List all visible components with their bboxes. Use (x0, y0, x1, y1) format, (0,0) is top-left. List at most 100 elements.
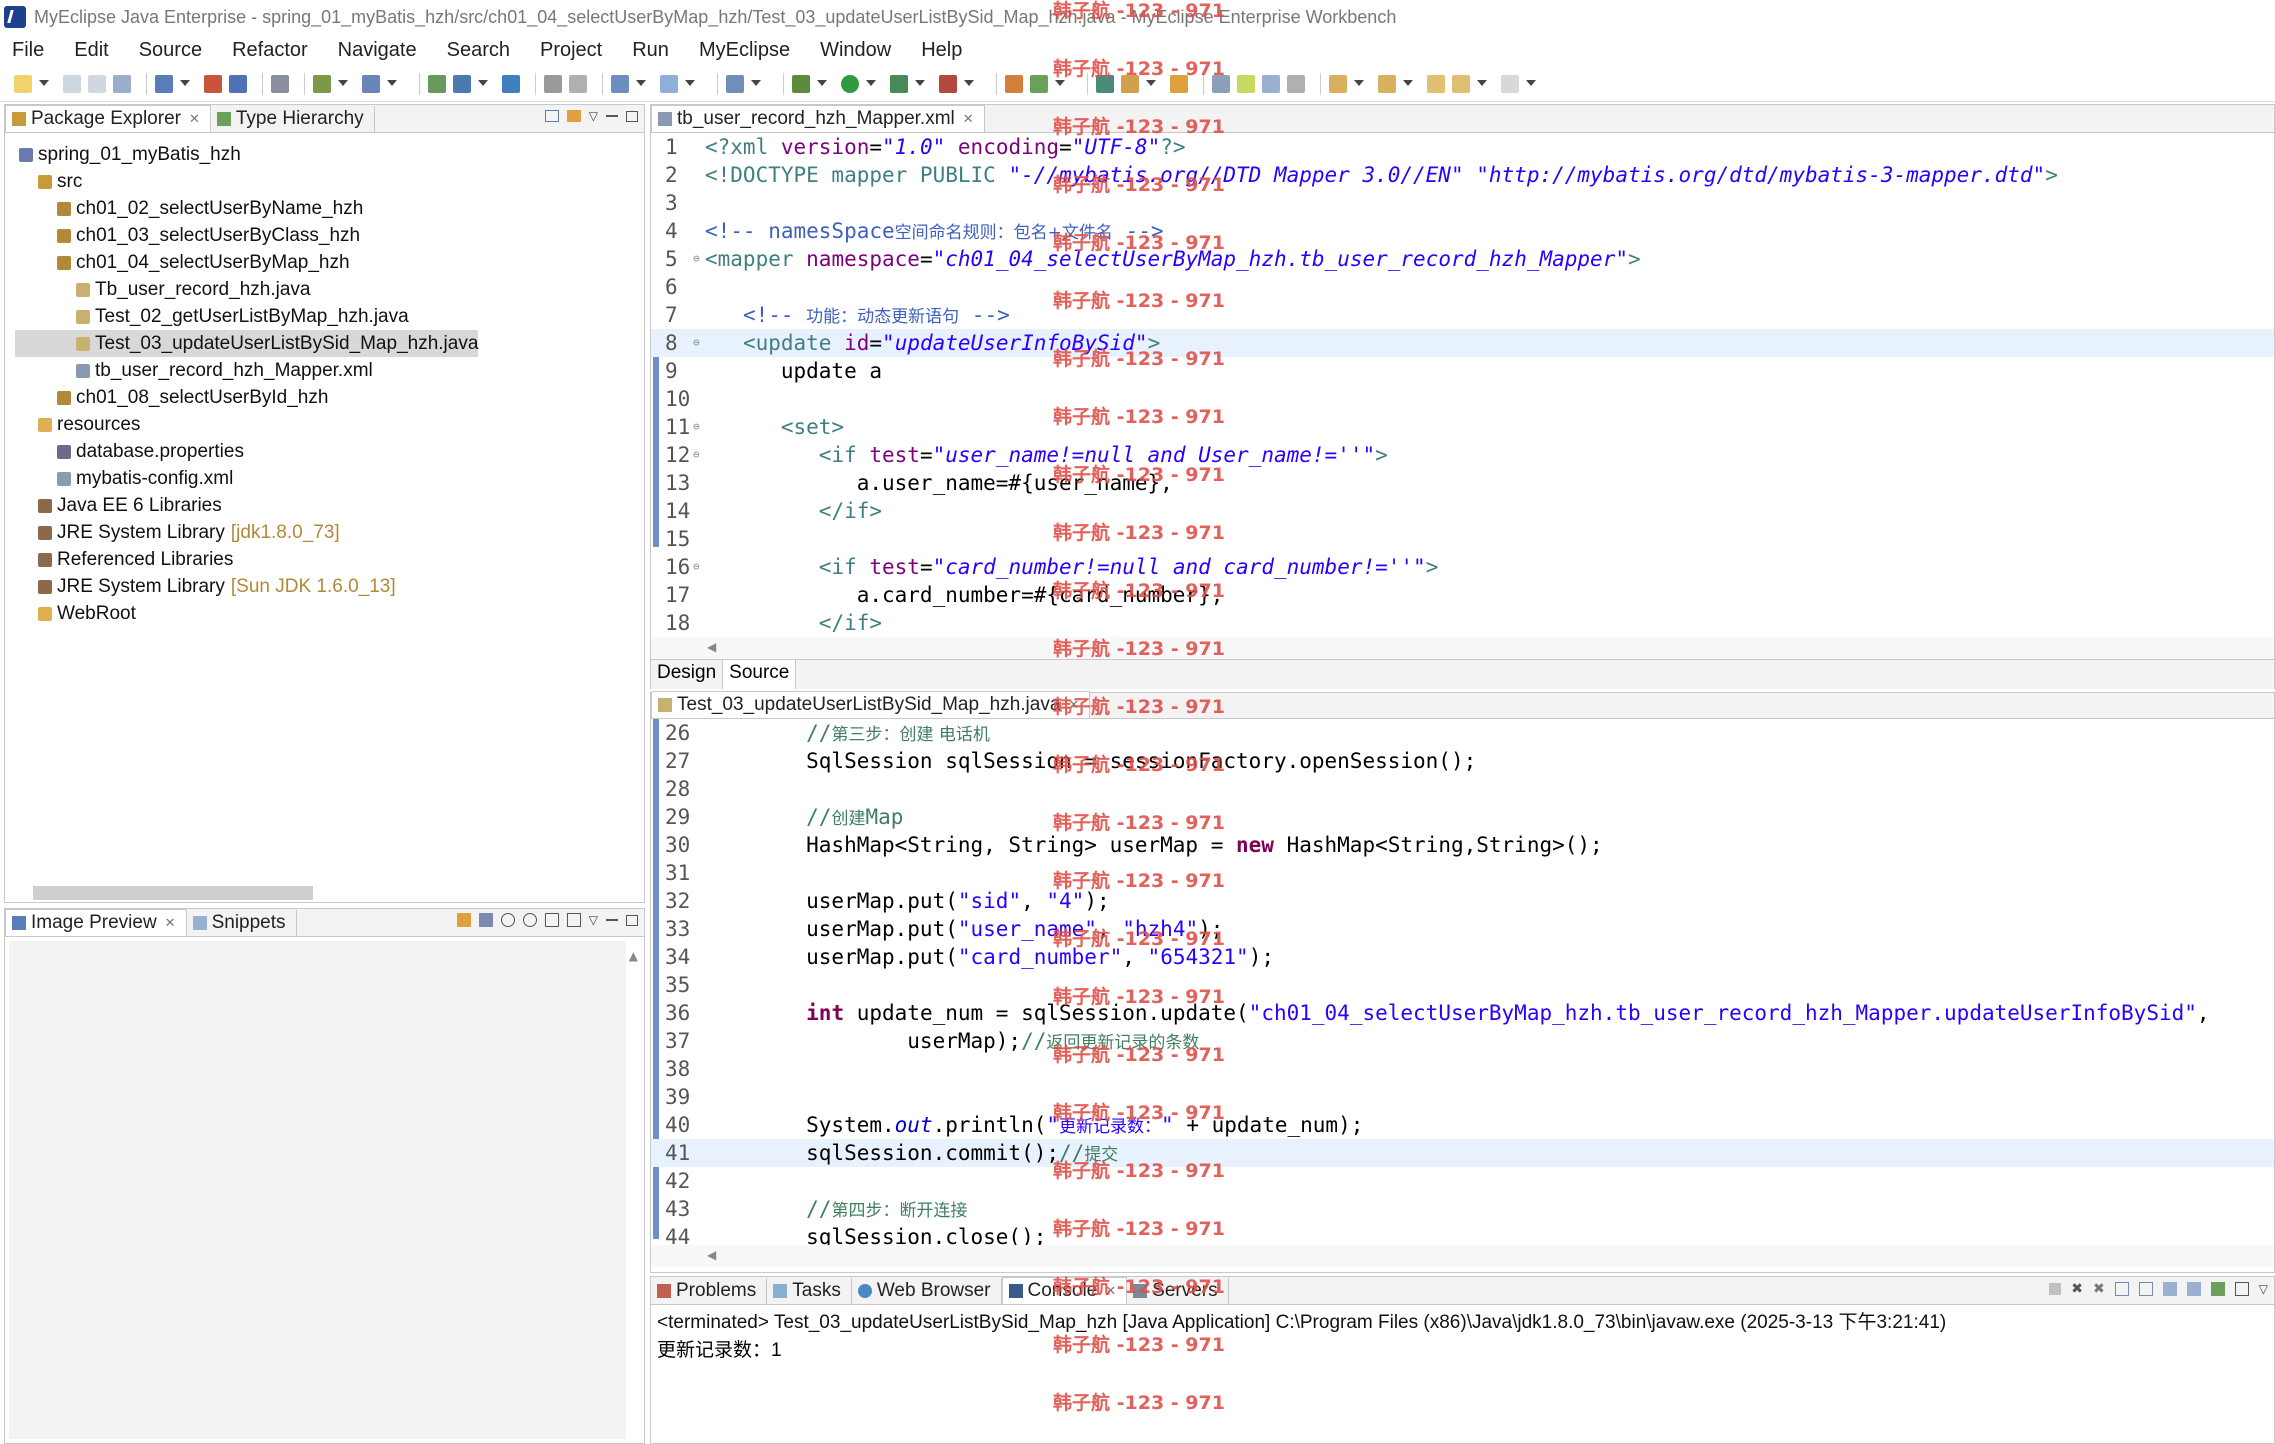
code-line[interactable]: 37 userMap);//返回更新记录的条数 (651, 1027, 2274, 1055)
display-selected-icon[interactable] (2234, 1282, 2249, 1296)
view-menu-icon[interactable]: ▽ (589, 913, 598, 927)
open-type-icon[interactable] (271, 74, 289, 93)
tree-item[interactable]: ch01_03_selectUserByClass_hzh (15, 222, 478, 249)
fold-toggle-icon[interactable]: ⊖ (693, 413, 700, 441)
code-line[interactable]: 1 <?xml version="1.0" encoding="UTF-8"?> (651, 133, 2274, 161)
refresh-dropdown-icon[interactable] (1055, 79, 1065, 88)
code-line[interactable]: 32 userMap.put("sid", "4"); (651, 887, 2274, 915)
tab-web-browser[interactable]: Web Browser (852, 1278, 1002, 1304)
external-tools-dropdown-icon[interactable] (964, 79, 974, 88)
maximize-icon[interactable] (626, 914, 638, 926)
code-line[interactable]: 29 //创建Map (651, 803, 2274, 831)
scroll-up-icon[interactable]: ▲ (629, 949, 638, 963)
code-line[interactable]: 16 ⊖ <if test="card_number!=null and card… (651, 553, 2274, 581)
scroll-left-icon[interactable]: ◀ (707, 1248, 716, 1262)
tree-item[interactable]: ch01_02_selectUserByName_hzh (15, 195, 478, 222)
tab-xml-mapper[interactable]: tb_user_record_hzh_Mapper.xml ✕ (651, 105, 985, 132)
close-icon[interactable]: ✕ (1068, 697, 1079, 713)
save-all-icon[interactable] (88, 74, 106, 93)
annotation-icon[interactable] (1170, 74, 1188, 93)
java-code-area[interactable]: 26 //第三步：创建 电话机 27 SqlSession sqlSession … (651, 719, 2274, 1245)
new-dropdown-icon[interactable] (39, 79, 49, 88)
minimize-icon[interactable] (606, 115, 618, 117)
tree-item[interactable]: database.properties (15, 438, 478, 465)
run-icon[interactable] (841, 74, 859, 93)
code-line[interactable]: 7 <!-- 功能：动态更新语句 --> (651, 301, 2274, 329)
open-console-icon[interactable] (2210, 1282, 2225, 1296)
search-dropdown-icon[interactable] (1146, 79, 1156, 88)
run-dropdown-icon[interactable] (866, 79, 876, 88)
db-dropdown-icon[interactable] (387, 79, 397, 88)
code-line[interactable]: 17 a.card_number=#{card_number}, (651, 581, 2274, 609)
menu-refactor[interactable]: Refactor (232, 39, 308, 62)
back-dropdown-icon[interactable] (1477, 79, 1487, 88)
package-icon[interactable] (569, 74, 587, 93)
tree-item[interactable]: resources (15, 411, 478, 438)
menu-run[interactable]: Run (632, 39, 669, 62)
maximize-icon[interactable] (626, 110, 638, 122)
remove-launch-icon[interactable]: ✖ (2071, 1281, 2083, 1297)
code-line[interactable]: 30 HashMap<String, String> userMap = new… (651, 831, 2274, 859)
show-whitespace-icon[interactable] (1287, 74, 1305, 93)
tree-item[interactable]: ch01_08_selectUserById_hzh (15, 384, 478, 411)
next-annotation-icon[interactable] (1329, 74, 1347, 93)
fold-toggle-icon[interactable]: ⊖ (693, 441, 700, 469)
link-with-editor-icon[interactable] (566, 110, 581, 122)
code-line[interactable]: 36 int update_num = sqlSession.update("c… (651, 999, 2274, 1027)
forward-icon[interactable] (1501, 74, 1519, 93)
open-task-icon[interactable] (1096, 74, 1114, 93)
code-line[interactable]: 26 //第三步：创建 电话机 (651, 719, 2274, 747)
external-tools-icon[interactable] (939, 74, 957, 93)
next-annotation-dropdown-icon[interactable] (1354, 79, 1364, 88)
tree-item[interactable]: Referenced Libraries (15, 546, 478, 573)
last-edit-icon[interactable] (1427, 74, 1445, 93)
clear-console-icon[interactable] (2138, 1282, 2153, 1296)
tree-item[interactable]: JRE System Library [Sun JDK 1.6.0_13] (15, 573, 478, 600)
remove-all-icon[interactable]: ✖ (2093, 1281, 2105, 1297)
fit-icon[interactable] (544, 913, 559, 927)
tab-source[interactable]: Source (722, 660, 797, 689)
tree-item[interactable]: Test_03_updateUserListBySid_Map_hzh.java (15, 330, 479, 357)
tab-image-preview[interactable]: Image Preview ✕ (5, 909, 187, 936)
tree-item[interactable]: Java EE 6 Libraries (15, 492, 478, 519)
minimize-icon[interactable] (606, 919, 618, 921)
code-line[interactable]: 41 sqlSession.commit();//提交 (651, 1139, 2274, 1167)
deploy-icon[interactable] (155, 74, 173, 93)
tab-servers[interactable]: Servers (1127, 1278, 1229, 1304)
horizontal-scrollbar[interactable] (33, 886, 313, 900)
tree-item[interactable]: Test_02_getUserListByMap_hzh.java (15, 303, 478, 330)
tree-item[interactable]: mybatis-config.xml (15, 465, 478, 492)
actual-size-icon[interactable] (566, 913, 581, 927)
prev-annotation-dropdown-icon[interactable] (1403, 79, 1413, 88)
fold-toggle-icon[interactable]: ⊖ (693, 245, 700, 273)
code-line[interactable]: 15 (651, 525, 2274, 553)
code-line[interactable]: 5 ⊖ <mapper namespace="ch01_04_selectUserB… (651, 245, 2274, 273)
perspective-dropdown-icon[interactable] (478, 79, 488, 88)
code-line[interactable]: 14 </if> (651, 497, 2274, 525)
hammer-icon[interactable] (544, 74, 562, 93)
fold-toggle-icon[interactable]: ⊖ (693, 553, 700, 581)
zoom-out-icon[interactable] (500, 913, 515, 927)
code-line[interactable]: 44 sqlSession.close(); (651, 1223, 2274, 1245)
ant-icon[interactable] (1005, 74, 1023, 93)
forward-dropdown-icon[interactable] (1526, 79, 1536, 88)
tree-item[interactable]: WebRoot (15, 600, 478, 627)
new-package-dropdown-icon[interactable] (685, 79, 695, 88)
menu-edit[interactable]: Edit (74, 39, 108, 62)
tab-package-explorer[interactable]: Package Explorer ✕ (5, 105, 211, 132)
menu-search[interactable]: Search (447, 39, 510, 62)
tab-problems[interactable]: Problems (651, 1278, 768, 1304)
tab-snippets[interactable]: Snippets (187, 910, 297, 936)
collapse-all-icon[interactable] (544, 110, 559, 122)
back-icon[interactable] (1452, 74, 1470, 93)
tree-item[interactable]: ch01_04_selectUserByMap_hzh (15, 249, 478, 276)
tree-item[interactable]: JRE System Library [jdk1.8.0_73] (15, 519, 478, 546)
code-line[interactable]: 31 (651, 859, 2274, 887)
code-line[interactable]: 39 (651, 1083, 2274, 1111)
debug-dropdown-icon[interactable] (817, 79, 827, 88)
menu-myeclipse[interactable]: MyEclipse (699, 39, 790, 62)
server-icon[interactable] (204, 74, 222, 93)
open-dropdown-icon[interactable] (751, 79, 761, 88)
view-menu-icon[interactable]: ▽ (2259, 1282, 2268, 1296)
prev-annotation-icon[interactable] (1378, 74, 1396, 93)
